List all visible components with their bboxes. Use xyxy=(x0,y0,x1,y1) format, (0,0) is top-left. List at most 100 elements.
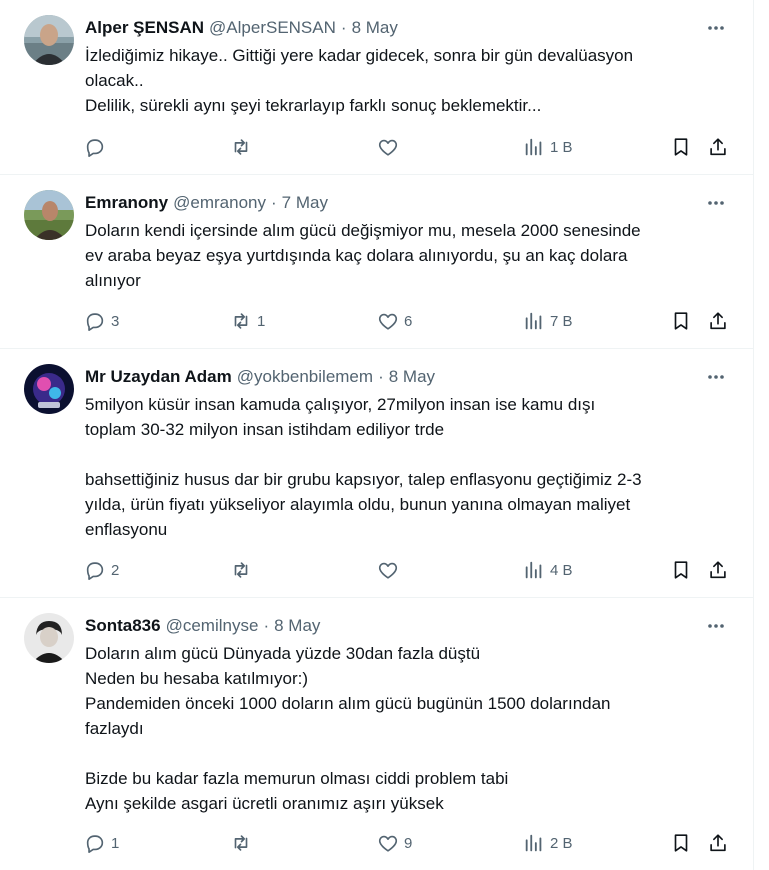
tweet-text: Doların kendi içersinde alım gücü değişm… xyxy=(85,218,723,293)
author-name[interactable]: Mr Uzaydan Adam xyxy=(85,367,232,387)
tweet-actions: 2 4 B xyxy=(80,557,740,583)
avatar-image xyxy=(24,364,74,414)
like-button[interactable] xyxy=(377,134,404,160)
tweet-date[interactable]: 8 May xyxy=(352,18,398,38)
views-icon xyxy=(525,561,542,579)
tweet-text: Doların alım gücü Dünyada yüzde 30dan fa… xyxy=(85,641,723,816)
like-icon xyxy=(378,139,398,156)
reply-button[interactable]: 2 xyxy=(84,557,119,583)
like-count: 9 xyxy=(404,834,413,852)
tweet-actions: 1 9 2 B xyxy=(80,830,740,856)
avatar[interactable] xyxy=(24,190,74,240)
tweet[interactable]: Alper ŞENSAN @AlperSENSAN · 8 May İzledi… xyxy=(0,0,753,175)
bookmark-icon xyxy=(674,312,688,330)
views-icon xyxy=(525,834,542,852)
avatar-image xyxy=(24,190,74,240)
tweet[interactable]: Emranony @emranony · 7 May Doların kendi… xyxy=(0,175,753,349)
tweet-text-line: Bizde bu kadar fazla memurun olması cidd… xyxy=(85,769,509,788)
share-icon xyxy=(710,561,726,579)
like-button[interactable] xyxy=(377,557,404,583)
tweet-text-line: Neden bu hesaba katılmıyor:) xyxy=(85,669,309,688)
tweet-text-line: ev araba beyaz eşya yurtdışında kaç dola… xyxy=(85,246,628,265)
reply-button[interactable]: 1 xyxy=(84,830,119,856)
tweet-date[interactable]: 8 May xyxy=(389,367,435,387)
views-count: 2 B xyxy=(550,834,573,852)
tweet-text-line: Delilik, sürekli aynı şeyi tekrarlayıp f… xyxy=(85,96,542,115)
reply-button[interactable] xyxy=(84,134,111,160)
views-button[interactable]: 7 B xyxy=(523,308,573,334)
avatar[interactable] xyxy=(24,613,74,663)
tweet-text-line: Pandemiden önceki 1000 doların alım gücü… xyxy=(85,694,611,713)
author-handle[interactable]: @emranony xyxy=(173,193,266,213)
reply-button[interactable]: 3 xyxy=(84,308,119,334)
bookmark-icon xyxy=(674,138,688,156)
views-button[interactable]: 4 B xyxy=(523,557,573,583)
retweet-icon xyxy=(234,139,248,155)
views-count: 7 B xyxy=(550,312,573,330)
bookmark-icon xyxy=(674,561,688,579)
tweet-text-line: olacak.. xyxy=(85,71,144,90)
tweet-actions: 1 B xyxy=(80,134,740,160)
retweet-button[interactable] xyxy=(230,134,257,160)
bookmark-icon xyxy=(674,834,688,852)
tweet-date[interactable]: 7 May xyxy=(282,193,328,213)
author-name[interactable]: Alper ŞENSAN xyxy=(85,18,204,38)
share-icon xyxy=(710,834,726,852)
tweet-date[interactable]: 8 May xyxy=(274,616,320,636)
like-icon xyxy=(378,562,398,579)
avatar[interactable] xyxy=(24,15,74,65)
avatar-image xyxy=(24,613,74,663)
more-horizontal-icon[interactable] xyxy=(699,614,733,638)
author-handle[interactable]: @yokbenbilemem xyxy=(237,367,373,387)
author-name[interactable]: Emranony xyxy=(85,193,168,213)
share-button[interactable] xyxy=(707,134,729,160)
tweet-text-line: alınıyor xyxy=(85,271,141,290)
separator-dot: · xyxy=(263,616,270,635)
reply-icon xyxy=(86,562,104,580)
reply-icon xyxy=(86,139,104,157)
retweet-button[interactable]: 1 xyxy=(230,308,265,334)
bookmark-button[interactable] xyxy=(670,308,692,334)
like-icon xyxy=(378,835,398,852)
author-name[interactable]: Sonta836 xyxy=(85,616,161,636)
tweet-text-line: İzlediğimiz hikaye.. Gittiği yere kadar … xyxy=(85,46,634,65)
separator-dot: · xyxy=(340,18,347,37)
retweet-button[interactable] xyxy=(230,830,257,856)
more-horizontal-icon[interactable] xyxy=(699,16,733,40)
tweet-text-line: Aynı şekilde asgari ücretli oranımız aşı… xyxy=(85,794,444,813)
reply-count: 2 xyxy=(111,561,120,579)
author-handle[interactable]: @AlperSENSAN xyxy=(209,18,336,38)
like-button[interactable]: 9 xyxy=(377,830,412,856)
share-button[interactable] xyxy=(707,557,729,583)
author-handle[interactable]: @cemilnyse xyxy=(166,616,259,636)
avatar[interactable] xyxy=(24,364,74,414)
bookmark-button[interactable] xyxy=(670,830,692,856)
share-button[interactable] xyxy=(707,308,729,334)
tweet[interactable]: Sonta836 @cemilnyse · 8 May Doların alım… xyxy=(0,598,753,870)
avatar-image xyxy=(24,15,74,65)
share-icon xyxy=(710,138,726,156)
like-icon xyxy=(378,313,398,330)
views-button[interactable]: 2 B xyxy=(523,830,573,856)
reply-count: 1 xyxy=(111,834,120,852)
tweet-text-line: enflasyonu xyxy=(85,520,168,539)
tweet-text-line: toplam 30-32 milyon insan istihdam edili… xyxy=(85,420,445,439)
bookmark-button[interactable] xyxy=(670,134,692,160)
tweet-text-line: Doların kendi içersinde alım gücü değişm… xyxy=(85,221,641,240)
tweet-text-line: fazlaydı xyxy=(85,719,144,738)
more-horizontal-icon[interactable] xyxy=(699,191,733,215)
like-button[interactable]: 6 xyxy=(377,308,412,334)
tweet-text-line: Doların alım gücü Dünyada yüzde 30dan fa… xyxy=(85,644,481,663)
retweet-icon xyxy=(234,313,248,329)
reply-icon xyxy=(86,313,104,331)
tweet-text: 5milyon küsür insan kamuda çalışıyor, 27… xyxy=(85,392,723,542)
tweet-text-line: bahsettiğiniz husus dar bir grubu kapsıy… xyxy=(85,470,642,489)
views-count: 1 B xyxy=(550,138,573,156)
bookmark-button[interactable] xyxy=(670,557,692,583)
tweet[interactable]: Mr Uzaydan Adam @yokbenbilemem · 8 May 5… xyxy=(0,349,753,598)
share-button[interactable] xyxy=(707,830,729,856)
views-button[interactable]: 1 B xyxy=(523,134,573,160)
more-horizontal-icon[interactable] xyxy=(699,365,733,389)
retweet-button[interactable] xyxy=(230,557,257,583)
